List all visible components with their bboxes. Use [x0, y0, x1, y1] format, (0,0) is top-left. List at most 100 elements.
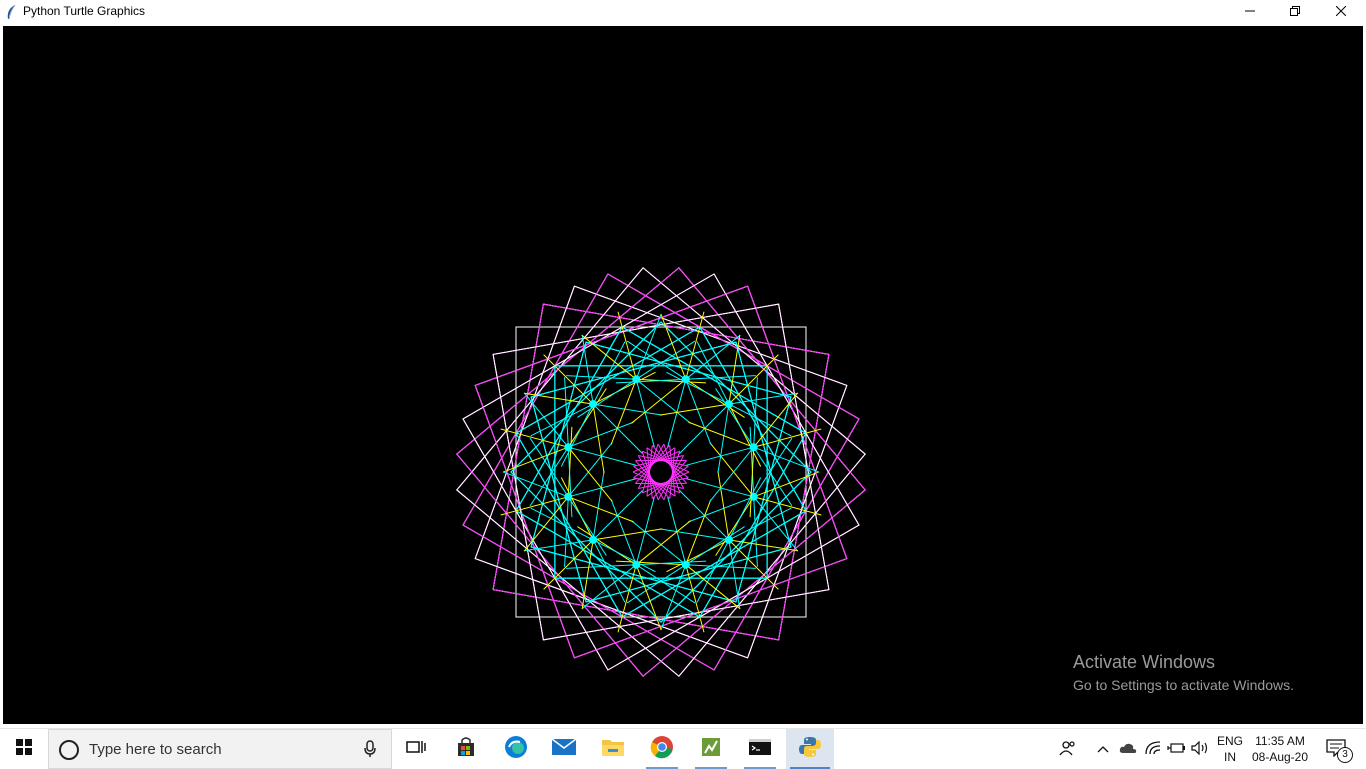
edge-icon [504, 735, 528, 764]
star-ray [593, 471, 604, 540]
cloud-icon [1119, 742, 1137, 757]
speaker-icon [1191, 741, 1209, 758]
notification-count: 3 [1337, 747, 1353, 763]
outer-square [457, 268, 865, 676]
python-icon [798, 735, 822, 764]
outer-square [457, 268, 865, 676]
star-ray [679, 490, 729, 540]
taskbar: Type here to search [0, 728, 1366, 768]
star-ray [710, 447, 754, 501]
microphone-icon[interactable] [363, 740, 377, 763]
turtle-canvas[interactable]: Activate Windows Go to Settings to activ… [3, 26, 1363, 724]
close-button[interactable] [1318, 0, 1364, 24]
outer-square [493, 304, 829, 640]
file-explorer-button[interactable] [589, 729, 637, 769]
outer-square [475, 286, 847, 658]
microsoft-store-icon [455, 736, 477, 763]
star-ray [503, 472, 568, 497]
outer-square [475, 286, 847, 658]
star-ray [686, 527, 745, 565]
mail-button[interactable] [540, 729, 588, 769]
outer-square [493, 304, 829, 640]
restore-icon [1290, 3, 1300, 21]
search-box[interactable]: Type here to search [48, 729, 392, 769]
window-title: Python Turtle Graphics [23, 4, 145, 18]
star-ray [636, 521, 690, 565]
star-ray [754, 447, 819, 472]
star-ray [636, 379, 690, 423]
watermark-subtitle: Go to Settings to activate Windows. [1073, 677, 1294, 693]
outer-square [493, 304, 829, 640]
restore-button[interactable] [1272, 0, 1318, 24]
input-language-button[interactable]: ENG IN [1214, 729, 1246, 769]
star-ray [718, 404, 729, 473]
star-ray [631, 521, 685, 565]
outer-square [475, 286, 847, 658]
minimize-button[interactable] [1227, 0, 1273, 24]
outer-square [493, 304, 829, 640]
language-region: IN [1224, 749, 1236, 765]
outer-square [463, 274, 859, 670]
network-button[interactable] [1142, 729, 1164, 769]
chrome-button[interactable] [638, 729, 686, 769]
minimize-icon [1245, 3, 1255, 21]
star-ray [660, 404, 729, 415]
action-center-button[interactable]: 3 [1318, 729, 1354, 769]
outer-square [475, 286, 847, 658]
watermark-title: Activate Windows [1073, 652, 1294, 673]
star-ray [729, 540, 779, 590]
command-prompt-button[interactable] [736, 729, 784, 769]
star-ray [593, 404, 604, 473]
outer-square [463, 274, 859, 670]
start-button[interactable] [0, 729, 48, 769]
outer-square [463, 274, 859, 670]
star-ray [729, 355, 779, 405]
star-ray [661, 314, 686, 379]
notepad-icon [700, 736, 722, 763]
star-ray [577, 379, 636, 417]
title-bar[interactable]: Python Turtle Graphics [0, 0, 1366, 24]
star-ray [636, 314, 661, 379]
star-ray [660, 529, 729, 540]
star-ray [686, 379, 745, 417]
outer-square [493, 304, 829, 640]
clock-date: 08-Aug-20 [1252, 749, 1308, 765]
star-ray [710, 442, 754, 496]
volume-button[interactable] [1189, 729, 1211, 769]
people-button[interactable] [1054, 729, 1082, 769]
file-explorer-icon [601, 737, 625, 762]
close-icon [1336, 3, 1346, 21]
onedrive-button[interactable] [1116, 729, 1140, 769]
edge-button[interactable] [492, 729, 540, 769]
windows-logo-icon [16, 739, 32, 760]
outer-square [475, 286, 847, 658]
python-turtle-button[interactable] [786, 729, 834, 769]
task-view-button[interactable] [392, 729, 440, 769]
star-ray [754, 472, 819, 497]
notepad-button[interactable] [687, 729, 735, 769]
battery-icon [1167, 742, 1185, 757]
star-ray [568, 388, 606, 447]
show-hidden-icons-button[interactable] [1092, 729, 1114, 769]
outer-square [457, 268, 865, 676]
search-placeholder: Type here to search [89, 741, 222, 758]
clock-time: 11:35 AM [1255, 733, 1305, 749]
outer-square [463, 274, 859, 670]
microsoft-store-button[interactable] [442, 729, 490, 769]
clock-button[interactable]: 11:35 AM 08-Aug-20 [1248, 729, 1312, 769]
battery-button[interactable] [1165, 729, 1187, 769]
outer-square [457, 268, 865, 676]
chevron-up-icon [1097, 742, 1109, 756]
outer-square [463, 274, 859, 670]
outer-square [493, 304, 829, 640]
spirograph-drawing [3, 26, 1363, 724]
outer-square [475, 286, 847, 658]
language-code: ENG [1217, 733, 1243, 749]
star-ray [544, 540, 594, 590]
star-ray [568, 447, 612, 501]
outer-square [475, 286, 847, 658]
star-ray [631, 379, 685, 423]
star-ray [636, 565, 661, 630]
star-ray [593, 529, 662, 540]
star-ray [716, 388, 754, 447]
